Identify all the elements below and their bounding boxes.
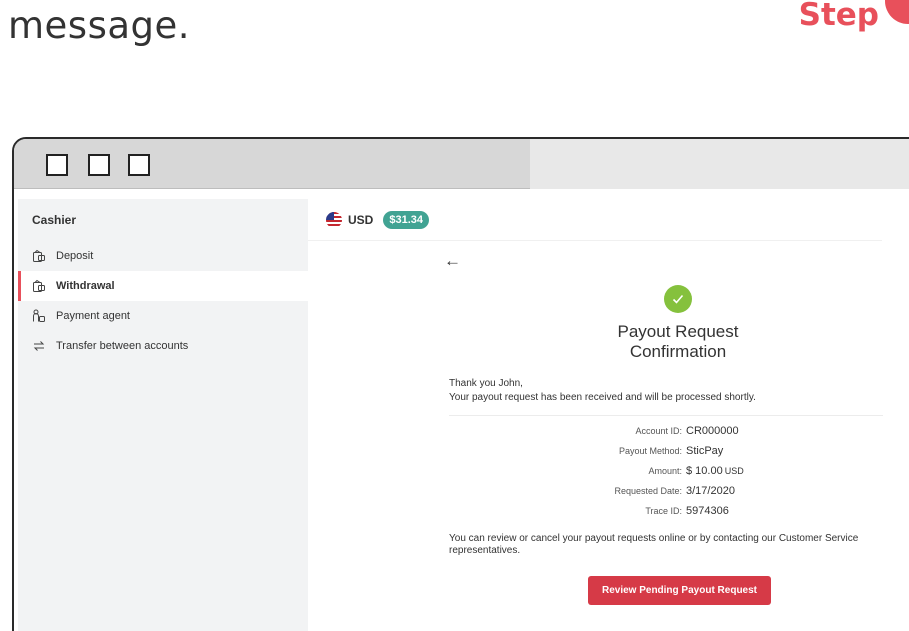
detail-row: Payout Method: SticPay	[449, 441, 883, 461]
agent-icon	[32, 309, 46, 323]
detail-label: Requested Date:	[614, 486, 682, 496]
browser-window: Cashier Deposit Withdrawal Payment agent	[12, 137, 909, 631]
payout-details: Account ID: CR000000 Payout Method: Stic…	[449, 421, 883, 521]
page-title: Payout Request Confirmation	[617, 322, 739, 361]
arrow-left-icon[interactable]: ←	[444, 251, 461, 271]
detail-label: Amount:	[648, 466, 682, 476]
sidebar-item-label: Withdrawal	[56, 280, 115, 292]
confirmation-message: Thank you John, Your payout request has …	[449, 377, 756, 405]
detail-value: SticPay	[686, 445, 724, 457]
titlebar-tab-area	[530, 139, 909, 189]
sidebar-title: Cashier	[32, 213, 77, 227]
detail-value: $ 10.00 USD	[686, 465, 744, 477]
detail-value: CR000000	[686, 425, 739, 437]
detail-row: Amount: $ 10.00 USD	[449, 461, 883, 481]
cashier-app: Cashier Deposit Withdrawal Payment agent	[14, 189, 909, 631]
square-icon[interactable]	[46, 154, 68, 176]
wallet-icon	[32, 249, 46, 263]
detail-label: Payout Method:	[618, 446, 682, 456]
detail-label: Account ID:	[635, 426, 682, 436]
confirmation-text: Your payout request has been received an…	[449, 392, 756, 403]
detail-row: Requested Date: 3/17/2020	[449, 481, 883, 501]
step-badge	[885, 0, 909, 24]
square-icon[interactable]	[128, 154, 150, 176]
sidebar: Cashier Deposit Withdrawal Payment agent	[18, 199, 308, 631]
square-icon[interactable]	[88, 154, 110, 176]
check-circle-icon	[664, 285, 692, 313]
sidebar-item-label: Deposit	[56, 250, 94, 262]
sidebar-item-label: Payment agent	[56, 310, 130, 322]
window-titlebar	[14, 139, 909, 189]
us-flag-icon	[326, 211, 342, 228]
step-label: Step	[798, 0, 879, 33]
sidebar-item-transfer[interactable]: Transfer between accounts	[18, 331, 308, 361]
detail-value: 3/17/2020	[686, 485, 735, 497]
greeting-text: Thank you John,	[449, 378, 523, 389]
sidebar-item-withdrawal[interactable]: Withdrawal	[18, 271, 308, 301]
sidebar-item-payment-agent[interactable]: Payment agent	[18, 301, 308, 331]
sidebar-item-deposit[interactable]: Deposit	[18, 241, 308, 271]
detail-label: Trace ID:	[645, 506, 682, 516]
currency-unit: USD	[724, 466, 744, 476]
account-switcher[interactable]: USD $31.34	[308, 199, 882, 241]
detail-row: Account ID: CR000000	[449, 421, 883, 441]
detail-row: Trace ID: 5974306	[449, 501, 883, 521]
top-message: message.	[8, 4, 191, 47]
divider	[449, 415, 883, 416]
transfer-icon	[32, 339, 46, 353]
balance-badge: $31.34	[383, 210, 429, 229]
main-content: USD $31.34 ← Payout Request Confirmation…	[308, 199, 909, 631]
sidebar-item-label: Transfer between accounts	[56, 340, 189, 352]
currency-label: USD	[348, 212, 374, 227]
wallet-icon	[32, 279, 46, 293]
detail-value: 5974306	[686, 505, 729, 517]
review-note: You can review or cancel your payout req…	[449, 533, 859, 556]
review-pending-payout-button[interactable]: Review Pending Payout Request	[588, 576, 771, 605]
